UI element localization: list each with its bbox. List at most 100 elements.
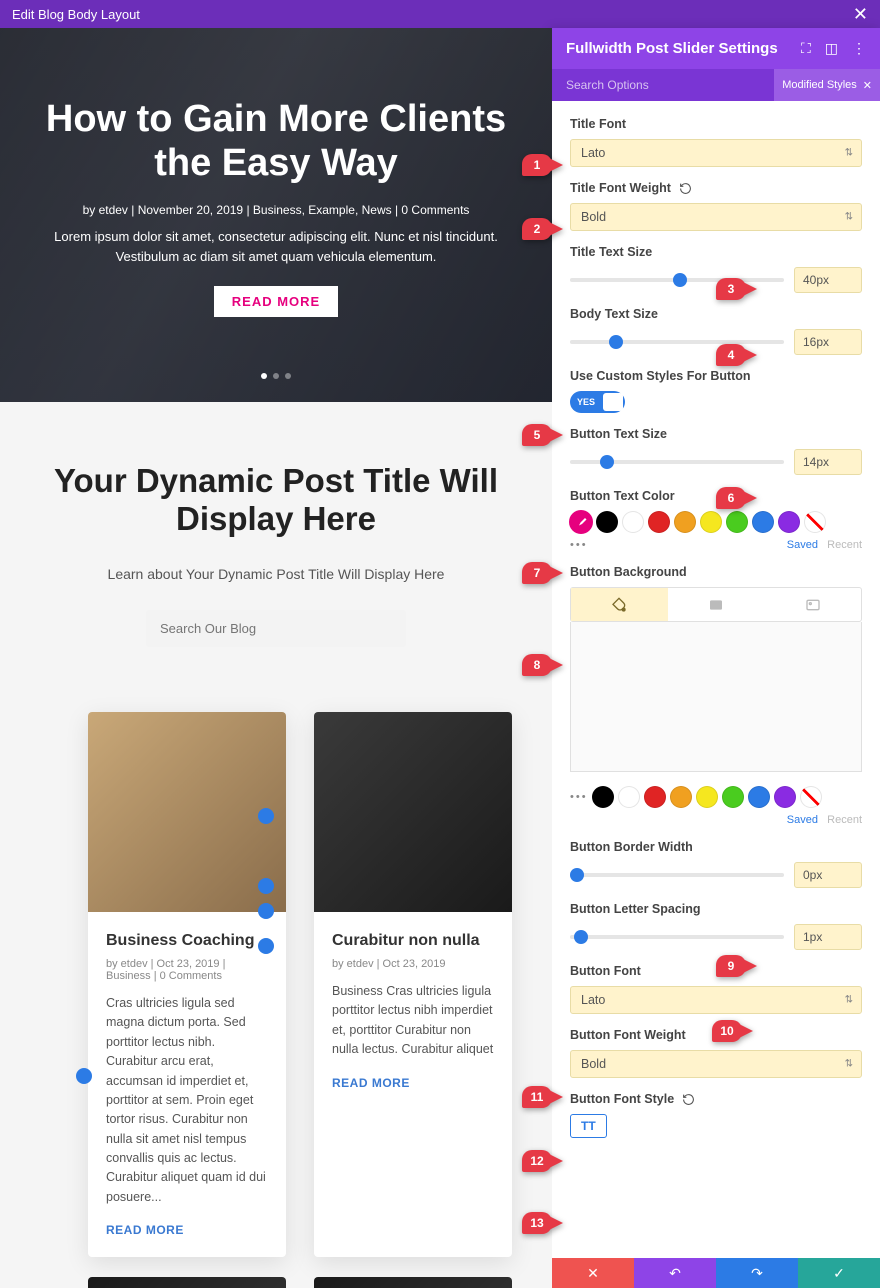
callout-11: 11: [522, 1086, 552, 1108]
post-card[interactable]: [314, 1277, 512, 1288]
reset-icon[interactable]: [679, 182, 692, 195]
edit-icon[interactable]: [258, 878, 274, 894]
color-swatch[interactable]: [752, 511, 774, 533]
preview-pane: How to Gain More Clients the Easy Way by…: [0, 28, 552, 1288]
label-button-text-size: Button Text Size: [570, 427, 862, 441]
search-options-input[interactable]: [552, 78, 774, 92]
edit-icon[interactable]: [258, 808, 274, 824]
custom-button-toggle[interactable]: YES: [570, 391, 625, 413]
label-body-text-size: Body Text Size: [570, 307, 862, 321]
label-button-font-style: Button Font Style: [570, 1092, 862, 1106]
button-border-width-slider[interactable]: [570, 873, 784, 877]
hero-desc: Lorem ipsum dolor sit amet, consectetur …: [40, 227, 512, 266]
edit-icon[interactable]: [258, 903, 274, 919]
callout-2: 2: [522, 218, 552, 240]
post-card[interactable]: Business Coaching by etdev | Oct 23, 201…: [88, 712, 286, 1257]
page-title: Edit Blog Body Layout: [12, 7, 140, 22]
hero-meta: by etdev | November 20, 2019 | Business,…: [40, 203, 512, 217]
edit-icon[interactable]: [258, 938, 274, 954]
panel-title: Fullwidth Post Slider Settings: [566, 40, 778, 57]
color-swatch[interactable]: [774, 786, 796, 808]
reset-icon[interactable]: [682, 1093, 695, 1106]
bg-color-tab[interactable]: [571, 588, 668, 621]
button-border-width-value[interactable]: 0px: [794, 862, 862, 888]
redo-button[interactable]: ↷: [716, 1258, 798, 1288]
more-colors-icon[interactable]: •••: [570, 539, 588, 551]
post-card[interactable]: Curabitur non nulla by etdev | Oct 23, 2…: [314, 712, 512, 1257]
bg-preview[interactable]: [570, 622, 862, 772]
color-swatch[interactable]: [748, 786, 770, 808]
color-swatch[interactable]: [670, 786, 692, 808]
recent-colors-tab[interactable]: Recent: [827, 814, 862, 826]
modified-styles-tag[interactable]: Modified Styles✕: [774, 69, 880, 101]
color-swatch[interactable]: [596, 511, 618, 533]
card-image: [88, 712, 286, 912]
card-readmore[interactable]: READ MORE: [106, 1223, 268, 1237]
bg-image-tab[interactable]: [764, 588, 861, 621]
button-letter-spacing-value[interactable]: 1px: [794, 924, 862, 950]
settings-panel: Fullwidth Post Slider Settings ⛶ ◫ ⋮ Mod…: [552, 28, 880, 1288]
callout-1: 1: [522, 154, 552, 176]
cancel-button[interactable]: ✕: [552, 1258, 634, 1288]
color-swatch[interactable]: [618, 786, 640, 808]
body-text-size-value[interactable]: 16px: [794, 329, 862, 355]
title-font-select[interactable]: Lato: [570, 139, 862, 167]
color-swatch[interactable]: [722, 786, 744, 808]
button-font-weight-select[interactable]: Bold: [570, 1050, 862, 1078]
font-style-uppercase-button[interactable]: TT: [570, 1114, 607, 1138]
color-swatch-none[interactable]: [804, 511, 826, 533]
color-swatch[interactable]: [674, 511, 696, 533]
edit-icon[interactable]: [76, 1068, 92, 1084]
post-card[interactable]: [88, 1277, 286, 1288]
label-button-letter-spacing: Button Letter Spacing: [570, 902, 862, 916]
hero-slider: How to Gain More Clients the Easy Way by…: [0, 28, 552, 402]
saved-colors-tab[interactable]: Saved: [787, 539, 818, 551]
card-title: Curabitur non nulla: [332, 932, 494, 950]
slider-dots[interactable]: [258, 366, 294, 384]
undo-button[interactable]: ↶: [634, 1258, 716, 1288]
color-swatch-none[interactable]: [800, 786, 822, 808]
color-swatch[interactable]: [696, 786, 718, 808]
blog-search-input[interactable]: [146, 610, 406, 647]
more-colors-icon[interactable]: •••: [570, 791, 588, 803]
saved-colors-tab[interactable]: Saved: [787, 814, 818, 826]
menu-icon[interactable]: ⋮: [852, 40, 866, 57]
bg-type-tabs[interactable]: [570, 587, 862, 622]
recent-colors-tab[interactable]: Recent: [827, 539, 862, 551]
button-text-color-swatches: [570, 511, 862, 533]
color-swatch[interactable]: [648, 511, 670, 533]
body-text-size-slider[interactable]: [570, 340, 784, 344]
section-title: Your Dynamic Post Title Will Display Her…: [40, 462, 512, 538]
color-swatch[interactable]: [622, 511, 644, 533]
hero-readmore-button[interactable]: READ MORE: [214, 286, 338, 317]
color-swatch[interactable]: [592, 786, 614, 808]
label-title-text-size: Title Text Size: [570, 245, 862, 259]
button-font-select[interactable]: Lato: [570, 986, 862, 1014]
color-swatch[interactable]: [726, 511, 748, 533]
label-title-font-weight: Title Font Weight: [570, 181, 862, 195]
color-swatch[interactable]: [778, 511, 800, 533]
card-title: Business Coaching: [106, 932, 268, 950]
color-swatch[interactable]: [644, 786, 666, 808]
label-custom-button: Use Custom Styles For Button: [570, 369, 862, 383]
expand-icon[interactable]: ⛶: [801, 40, 811, 57]
title-font-weight-select[interactable]: Bold: [570, 203, 862, 231]
title-text-size-value[interactable]: 40px: [794, 267, 862, 293]
callout-4: 4: [716, 344, 746, 366]
button-letter-spacing-slider[interactable]: [570, 935, 784, 939]
section-subtitle: Learn about Your Dynamic Post Title Will…: [40, 566, 512, 582]
color-swatch[interactable]: [700, 511, 722, 533]
card-readmore[interactable]: READ MORE: [332, 1076, 494, 1090]
clear-tag-icon[interactable]: ✕: [863, 79, 872, 92]
close-icon[interactable]: ✕: [853, 4, 868, 25]
callout-6: 6: [716, 487, 746, 509]
button-text-size-slider[interactable]: [570, 460, 784, 464]
color-picker-icon[interactable]: [570, 511, 592, 533]
card-image: [314, 712, 512, 912]
save-button[interactable]: ✓: [798, 1258, 880, 1288]
button-text-size-value[interactable]: 14px: [794, 449, 862, 475]
callout-12: 12: [522, 1150, 552, 1172]
layout-icon[interactable]: ◫: [825, 40, 838, 57]
bg-gradient-tab[interactable]: [668, 588, 765, 621]
label-button-border-width: Button Border Width: [570, 840, 862, 854]
